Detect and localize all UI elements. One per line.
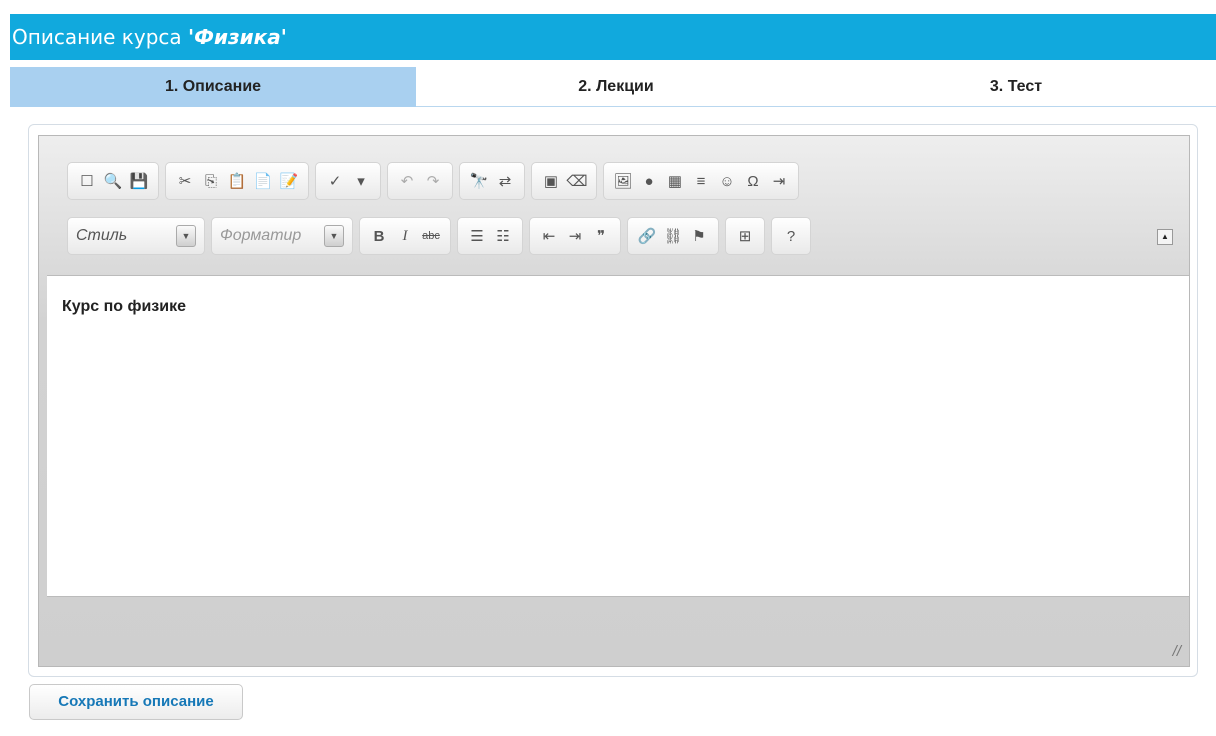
toolbar-row-1: ☐ 🔍 💾 ✂ ⎘ 📋 📄 📝 ✓ ▾ ↶ ↷ 🔭 ⇄ ▣ ⌫ 🖼 ● ▦ ≡ … [67,162,805,200]
table-icon[interactable]: ▦ [664,170,686,192]
italic-icon[interactable]: I [394,225,416,247]
tab-description[interactable]: 1. Описание [10,67,416,107]
format-select-label: Форматир [220,227,302,244]
remove-format-icon[interactable]: ⌫ [566,170,588,192]
horizontal-rule-icon[interactable]: ≡ [690,170,712,192]
flash-icon[interactable]: ● [638,170,660,192]
find-group: 🔭 ⇄ [459,162,525,200]
maximize-group: ⊞ [725,217,765,255]
course-name: 'Физика' [188,25,287,49]
copy-icon[interactable]: ⎘ [200,170,222,192]
document-group: ☐ 🔍 💾 [67,162,159,200]
anchor-icon[interactable]: ⚑ [688,225,710,247]
page: Описание курса 'Физика' 1. Описание 2. Л… [0,0,1216,736]
tab-bar: 1. Описание 2. Лекции 3. Тест [10,67,1216,107]
image-icon[interactable]: 🖼 [612,170,634,192]
history-group: ↶ ↷ [387,162,453,200]
format-select[interactable]: Форматир ▼ [211,217,353,255]
indent-group: ⇤ ⇥ ❞ [529,217,621,255]
select-all-icon[interactable]: ▣ [540,170,562,192]
outdent-icon[interactable]: ⇤ [538,225,560,247]
header-title: Описание курса [12,25,182,49]
maximize-icon[interactable]: ⊞ [734,225,756,247]
cut-icon[interactable]: ✂ [174,170,196,192]
editor-content[interactable]: Курс по физике [47,275,1189,597]
tab-test[interactable]: 3. Тест [816,67,1216,107]
select-group: ▣ ⌫ [531,162,597,200]
resize-handle-icon[interactable]: // [1173,643,1181,660]
help-icon[interactable]: ? [780,225,802,247]
save-icon[interactable]: 💾 [128,170,150,192]
toolbar-row-2: Стиль ▼ Форматир ▼ B I abc ☰ ☷ ⇤ ⇥ ❞ 🔗 ⛓… [67,217,817,255]
bulleted-list-icon[interactable]: ☷ [492,225,514,247]
save-description-button[interactable]: Сохранить описание [29,684,243,720]
paste-icon[interactable]: 📋 [226,170,248,192]
replace-icon[interactable]: ⇄ [494,170,516,192]
new-page-icon[interactable]: ☐ [76,170,98,192]
rich-text-editor: ☐ 🔍 💾 ✂ ⎘ 📋 📄 📝 ✓ ▾ ↶ ↷ 🔭 ⇄ ▣ ⌫ 🖼 ● ▦ ≡ … [38,135,1190,667]
find-icon[interactable]: 🔭 [468,170,490,192]
preview-icon[interactable]: 🔍 [102,170,124,192]
spellcheck-icon[interactable]: ✓ [324,170,346,192]
description-panel: ☐ 🔍 💾 ✂ ⎘ 📋 📄 📝 ✓ ▾ ↶ ↷ 🔭 ⇄ ▣ ⌫ 🖼 ● ▦ ≡ … [28,124,1198,677]
list-group: ☰ ☷ [457,217,523,255]
chevron-down-icon[interactable]: ▼ [176,225,196,247]
collapse-toolbar-icon[interactable]: ▲ [1157,229,1173,245]
style-select-label: Стиль [76,227,128,244]
text-style-group: B I abc [359,217,451,255]
special-char-icon[interactable]: Ω [742,170,764,192]
style-select[interactable]: Стиль ▼ [67,217,205,255]
paste-text-icon[interactable]: 📄 [252,170,274,192]
spellcheck-group: ✓ ▾ [315,162,381,200]
page-header: Описание курса 'Физика' [10,14,1216,60]
unlink-icon[interactable]: ⛓ [662,225,684,247]
undo-icon[interactable]: ↶ [396,170,418,192]
bold-icon[interactable]: B [368,225,390,247]
smiley-icon[interactable]: ☺ [716,170,738,192]
numbered-list-icon[interactable]: ☰ [466,225,488,247]
blockquote-icon[interactable]: ❞ [590,225,612,247]
indent-icon[interactable]: ⇥ [564,225,586,247]
redo-icon[interactable]: ↷ [422,170,444,192]
strikethrough-icon[interactable]: abc [420,225,442,247]
link-group: 🔗 ⛓ ⚑ [627,217,719,255]
paste-word-icon[interactable]: 📝 [278,170,300,192]
link-icon[interactable]: 🔗 [636,225,658,247]
clipboard-group: ✂ ⎘ 📋 📄 📝 [165,162,309,200]
page-break-icon[interactable]: ⇥ [768,170,790,192]
chevron-down-icon[interactable]: ▾ [350,170,372,192]
help-group: ? [771,217,811,255]
tab-lectures[interactable]: 2. Лекции [416,67,816,107]
insert-group: 🖼 ● ▦ ≡ ☺ Ω ⇥ [603,162,799,200]
chevron-down-icon[interactable]: ▼ [324,225,344,247]
